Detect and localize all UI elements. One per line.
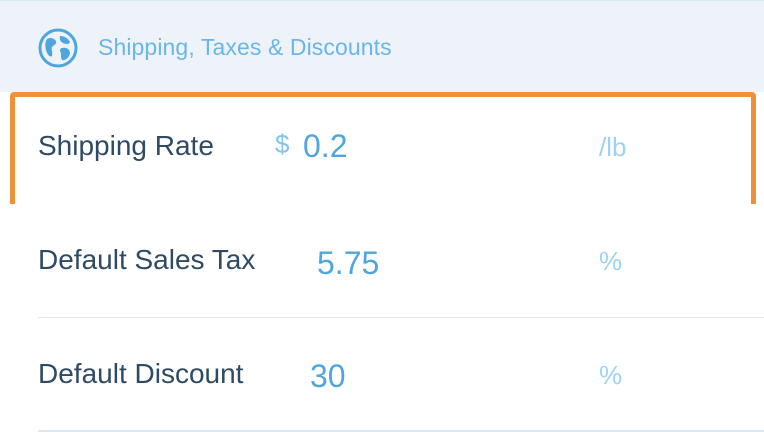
shipping-rate-unit: /lb [599,132,627,162]
default-discount-input[interactable] [310,358,510,395]
shipping-rate-input[interactable] [303,128,503,165]
settings-screen: Shipping, Taxes & Discounts Shipping Rat… [0,0,764,432]
default-sales-tax-input[interactable] [317,245,517,282]
shipping-rate-label: Shipping Rate [38,130,214,161]
default-discount-unit: % [599,360,623,390]
default-discount-row[interactable]: Default Discount % [0,318,764,432]
default-sales-tax-label: Default Sales Tax [38,244,256,275]
default-sales-tax-row[interactable]: Default Sales Tax % [0,204,764,318]
default-discount-label: Default Discount [38,358,244,389]
currency-symbol: $ [275,129,290,159]
default-sales-tax-unit: % [599,246,623,276]
shipping-rate-row[interactable]: Shipping Rate $ /lb [0,92,764,206]
section-header: Shipping, Taxes & Discounts [0,0,764,92]
globe-icon [38,28,78,68]
section-title: Shipping, Taxes & Discounts [98,34,392,60]
